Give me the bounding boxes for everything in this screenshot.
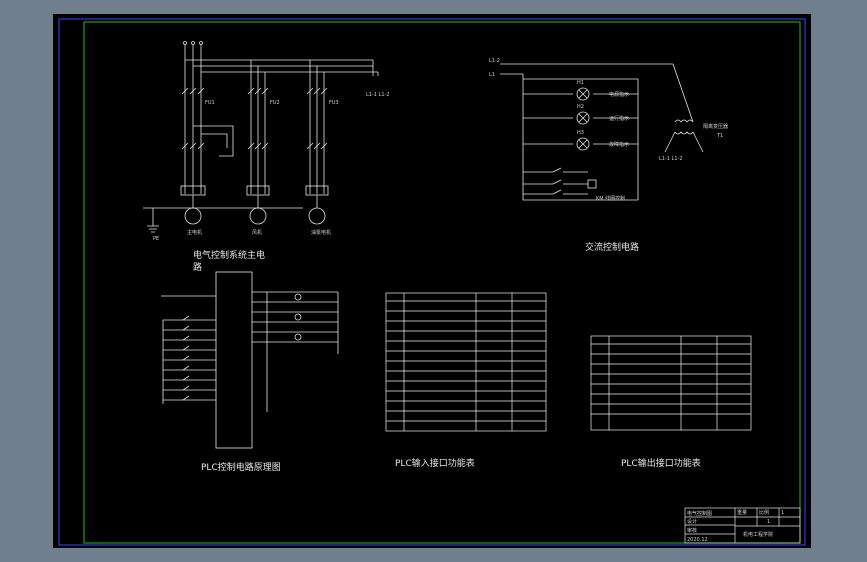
title-block-weight-label: 重量 <box>737 509 747 516</box>
ground-label: PE <box>153 236 159 242</box>
caption-plc-output: PLC输出接口功能表 <box>621 457 701 469</box>
transformer-label: 隔离变压器 <box>703 123 728 130</box>
lamp-1-text: 电源指示 <box>609 91 629 98</box>
title-block-row-2: 设计 <box>687 518 697 525</box>
caption-main-circuit-2: 路 <box>193 261 202 273</box>
coil-text: KM 线圈控制 <box>596 195 625 202</box>
motor-3-label: 油泵电机 <box>311 229 331 236</box>
caption-ac-control: 交流控制电路 <box>585 241 639 253</box>
drawing-sheet: FU1 FU2 FU3 主电机 风机 油泵电机 PE L1-1 L1-2 电气控… <box>53 14 811 548</box>
caption-plc-input: PLC输入接口功能表 <box>395 457 475 469</box>
breaker-1-label: FU1 <box>205 100 215 106</box>
ac-left-terminal: L1 <box>489 72 495 78</box>
cad-drawing: FU1 FU2 FU3 主电机 风机 油泵电机 PE L1-1 L1-2 电气控… <box>58 18 806 546</box>
transformer-tag: T1 <box>716 133 723 139</box>
title-block-extra: 1 <box>781 510 784 516</box>
title-block-row-3: 审核 <box>687 527 697 534</box>
motor-2-label: 风机 <box>252 229 262 236</box>
plc-output-table <box>590 335 752 431</box>
motor-1-label: 主电机 <box>187 229 202 236</box>
ac-top-terminal: L1-2 <box>489 58 500 64</box>
plc-diagram <box>161 271 339 449</box>
title-block-row-4: 2020.12 <box>687 537 708 543</box>
breaker-3-label: FU3 <box>329 100 339 106</box>
main-circuit <box>143 41 379 233</box>
lamp-3-text: 故障指示 <box>609 141 629 148</box>
title-block-ratio-label: 比例 <box>759 509 769 516</box>
caption-main-circuit-1: 电气控制系统主电 <box>193 249 265 261</box>
title-block-school: 机电工程学院 <box>743 531 773 538</box>
breaker-2-label: FU2 <box>270 100 280 106</box>
ac-control-circuit <box>500 63 704 201</box>
title-block-drawing-name: 电气控制图 <box>687 510 712 517</box>
main-circuit-terminal: L1-1 L1-2 <box>366 92 390 98</box>
plc-input-table <box>385 292 547 432</box>
lamp-3-tag: H3 <box>577 130 584 136</box>
title-block-ratio-value: 1 <box>767 519 770 525</box>
lamp-2-tag: H2 <box>577 104 584 110</box>
lamp-1-tag: H1 <box>577 80 584 86</box>
lamp-2-text: 运行指示 <box>609 115 629 122</box>
caption-plc-principle: PLC控制电路原理图 <box>201 461 281 473</box>
transformer-rails: L1-1 L1-2 <box>659 156 683 162</box>
